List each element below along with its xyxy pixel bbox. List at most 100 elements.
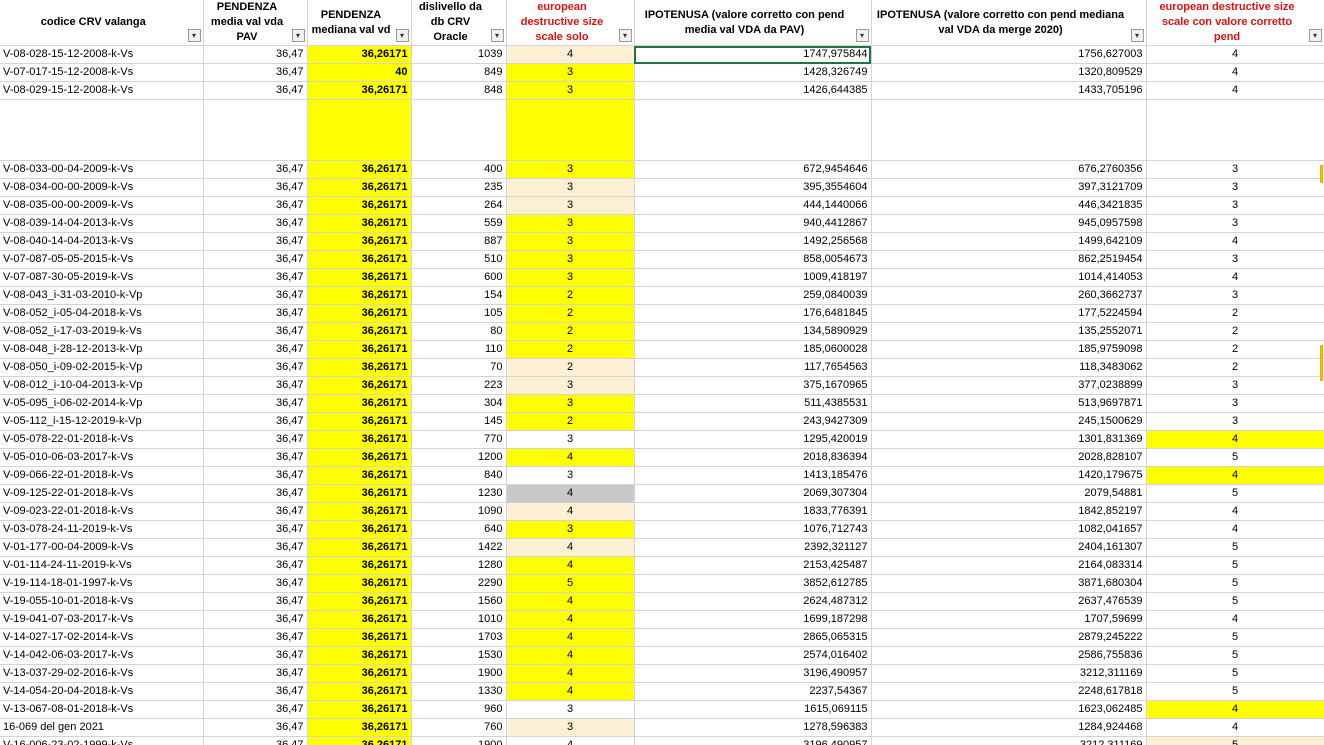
cell-col-5[interactable]: 1009,418197: [634, 268, 872, 287]
cell-col-6[interactable]: 177,5224594: [871, 304, 1147, 323]
cell-col-5[interactable]: 2574,016402: [634, 646, 872, 665]
cell-col-2[interactable]: 36,26171: [307, 81, 412, 100]
cell-col-1[interactable]: 36,47: [203, 538, 308, 557]
cell-col-6[interactable]: 260,3662737: [871, 286, 1147, 305]
column-header-1[interactable]: PENDENZA media val vda PAV ▾: [203, 0, 308, 46]
cell-col-6[interactable]: 1301,831369: [871, 430, 1147, 449]
cell-col-0[interactable]: V-08-043_i-31-03-2010-k-Vp: [0, 286, 204, 305]
cell-col-5[interactable]: 1413,185476: [634, 466, 872, 485]
cell-col-1[interactable]: 36,47: [203, 556, 308, 575]
cell-col-2[interactable]: 36,26171: [307, 214, 412, 233]
cell-col-1[interactable]: 36,47: [203, 63, 308, 82]
cell-col-5[interactable]: 243,9427309: [634, 412, 872, 431]
cell-col-7[interactable]: 5: [1146, 538, 1324, 557]
cell-col-5[interactable]: 858,0054673: [634, 250, 872, 269]
cell-col-2[interactable]: 36,26171: [307, 628, 412, 647]
cell-col-5[interactable]: 1492,256568: [634, 232, 872, 251]
cell-col-3[interactable]: 400: [411, 160, 507, 179]
cell-col-1[interactable]: 36,47: [203, 358, 308, 377]
cell-col-2[interactable]: 36,26171: [307, 700, 412, 719]
cell-col-3[interactable]: 840: [411, 466, 507, 485]
cell-col-0[interactable]: V-08-039-14-04-2013-k-Vs: [0, 214, 204, 233]
cell-col-7[interactable]: 4: [1146, 466, 1324, 485]
cell-col-6[interactable]: 2879,245222: [871, 628, 1147, 647]
cell-col-4[interactable]: 4: [506, 610, 635, 629]
cell-col-3[interactable]: 1330: [411, 682, 507, 701]
cell-col-0[interactable]: V-08-029-15-12-2008-k-Vs: [0, 81, 204, 100]
cell-col-0[interactable]: 16-069 del gen 2021: [0, 718, 204, 737]
cell-col-3[interactable]: 154: [411, 286, 507, 305]
cell-col-5[interactable]: 1833,776391: [634, 502, 872, 521]
cell-col-0[interactable]: V-19-041-07-03-2017-k-Vs: [0, 610, 204, 629]
cell-col-1[interactable]: 36,47: [203, 322, 308, 341]
cell-col-0[interactable]: V-09-066-22-01-2018-k-Vs: [0, 466, 204, 485]
cell-col-3[interactable]: 1090: [411, 502, 507, 521]
cell-col-4[interactable]: 3: [506, 394, 635, 413]
cell-col-7[interactable]: 3: [1146, 286, 1324, 305]
cell-col-7[interactable]: 3: [1146, 394, 1324, 413]
cell-col-7[interactable]: 4: [1146, 430, 1324, 449]
cell-col-4[interactable]: 3: [506, 250, 635, 269]
cell-col-0[interactable]: V-08-034-00-00-2009-k-Vs: [0, 178, 204, 197]
cell-col-1[interactable]: 36,47: [203, 340, 308, 359]
cell-col-7[interactable]: 3: [1146, 214, 1324, 233]
cell-col-3[interactable]: 304: [411, 394, 507, 413]
cell-col-7[interactable]: 4: [1146, 268, 1324, 287]
cell-col-1[interactable]: 36,47: [203, 718, 308, 737]
cell-col-5[interactable]: 940,4412867: [634, 214, 872, 233]
cell-col-7[interactable]: 5: [1146, 448, 1324, 467]
cell-col-3[interactable]: 1200: [411, 448, 507, 467]
cell-col-1[interactable]: 36,47: [203, 45, 308, 64]
cell-col-0[interactable]: V-14-054-20-04-2018-k-Vs: [0, 682, 204, 701]
cell-col-2[interactable]: [307, 99, 412, 161]
cell-col-1[interactable]: 36,47: [203, 430, 308, 449]
cell-col-6[interactable]: 1499,642109: [871, 232, 1147, 251]
cell-col-6[interactable]: 135,2552071: [871, 322, 1147, 341]
cell-col-0[interactable]: V-08-012_i-10-04-2013-k-Vp: [0, 376, 204, 395]
filter-dropdown-icon[interactable]: ▾: [395, 29, 409, 42]
cell-col-5[interactable]: 395,3554604: [634, 178, 872, 197]
cell-col-6[interactable]: 1433,705196: [871, 81, 1147, 100]
cell-col-6[interactable]: 1420,179675: [871, 466, 1147, 485]
cell-col-1[interactable]: 36,47: [203, 664, 308, 683]
cell-col-7[interactable]: 4: [1146, 610, 1324, 629]
cell-col-4[interactable]: 2: [506, 340, 635, 359]
cell-col-7[interactable]: 2: [1146, 340, 1324, 359]
cell-col-3[interactable]: 510: [411, 250, 507, 269]
cell-col-1[interactable]: 36,47: [203, 466, 308, 485]
cell-col-4[interactable]: 2: [506, 286, 635, 305]
cell-col-7[interactable]: 4: [1146, 718, 1324, 737]
cell-col-4[interactable]: 2: [506, 412, 635, 431]
column-header-0[interactable]: codice CRV valanga ▾: [0, 0, 204, 46]
cell-col-3[interactable]: 848: [411, 81, 507, 100]
cell-col-7[interactable]: 4: [1146, 232, 1324, 251]
cell-col-7[interactable]: 2: [1146, 304, 1324, 323]
cell-col-7[interactable]: 3: [1146, 376, 1324, 395]
cell-col-3[interactable]: 2290: [411, 574, 507, 593]
cell-col-2[interactable]: 36,26171: [307, 45, 412, 64]
cell-col-0[interactable]: V-08-052_i-05-04-2018-k-Vs: [0, 304, 204, 323]
cell-col-2[interactable]: 36,26171: [307, 610, 412, 629]
cell-col-2[interactable]: 36,26171: [307, 556, 412, 575]
cell-col-5[interactable]: 176,6481845: [634, 304, 872, 323]
cell-col-0[interactable]: V-01-177-00-04-2009-k-Vs: [0, 538, 204, 557]
cell-col-5[interactable]: 3196,490957: [634, 736, 872, 745]
cell-col-5[interactable]: 3852,612785: [634, 574, 872, 593]
cell-col-0[interactable]: V-19-055-10-01-2018-k-Vs: [0, 592, 204, 611]
filter-dropdown-icon[interactable]: ▾: [490, 29, 504, 42]
cell-col-3[interactable]: 80: [411, 322, 507, 341]
cell-col-4[interactable]: 4: [506, 682, 635, 701]
cell-col-7[interactable]: 5: [1146, 628, 1324, 647]
cell-col-4[interactable]: [506, 99, 635, 161]
cell-col-5[interactable]: 2069,307304: [634, 484, 872, 503]
cell-col-4[interactable]: 3: [506, 160, 635, 179]
cell-col-6[interactable]: 1082,041657: [871, 520, 1147, 539]
cell-col-6[interactable]: 397,3121709: [871, 178, 1147, 197]
cell-col-1[interactable]: 36,47: [203, 628, 308, 647]
cell-col-2[interactable]: 36,26171: [307, 664, 412, 683]
cell-col-0[interactable]: V-07-087-05-05-2015-k-Vs: [0, 250, 204, 269]
cell-col-5[interactable]: 2018,836394: [634, 448, 872, 467]
cell-col-3[interactable]: 1560: [411, 592, 507, 611]
cell-col-0[interactable]: V-19-114-18-01-1997-k-Vs: [0, 574, 204, 593]
column-header-5[interactable]: IPOTENUSA (valore corretto con pend medi…: [634, 0, 872, 46]
